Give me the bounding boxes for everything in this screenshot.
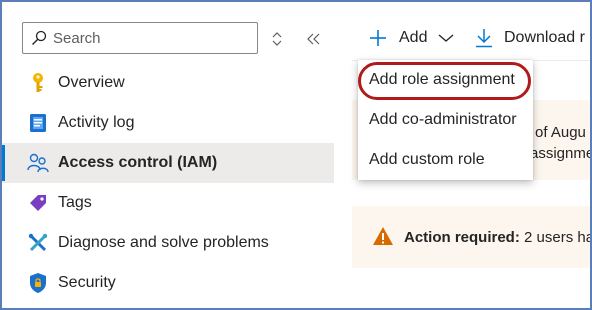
sort-updown-icon[interactable] [270, 30, 284, 48]
people-icon [27, 152, 49, 174]
sidebar-item-label: Security [58, 274, 116, 291]
activity-log-icon [27, 112, 49, 134]
tag-icon [27, 192, 49, 214]
sidebar-item-diagnose[interactable]: Diagnose and solve problems [2, 223, 334, 263]
menu-item-add-co-administrator[interactable]: Add co-administrator [358, 100, 533, 140]
download-icon [476, 29, 492, 48]
chevron-down-icon [439, 34, 454, 42]
collapse-icon[interactable] [304, 30, 322, 48]
sidebar-item-label: Diagnose and solve problems [58, 234, 269, 251]
warning-icon [373, 227, 393, 245]
search-icon [32, 30, 47, 45]
sidebar-item-activity-log[interactable]: Activity log [2, 103, 334, 143]
download-button[interactable]: Download r [475, 24, 585, 52]
wrench-icon [27, 232, 49, 254]
highlight-annotation [358, 62, 531, 100]
plus-icon [370, 30, 386, 46]
sidebar-item-overview[interactable]: Overview [2, 63, 334, 103]
sidebar-item-label: Activity log [58, 114, 135, 131]
menu-item-label: Add co-administrator [369, 111, 517, 128]
sidebar-item-security[interactable]: Security [2, 263, 334, 303]
info-text-line1: of Augu [535, 124, 586, 141]
info-text-line2: assignme [530, 145, 592, 162]
sidebar-item-label: Access control (IAM) [58, 154, 218, 171]
sidebar: Overview Activity log Access control (IA… [2, 2, 342, 308]
shield-icon [27, 272, 49, 294]
warning-text: Action required: 2 users hav [404, 229, 592, 246]
download-button-label: Download r [504, 29, 585, 46]
sidebar-item-label: Overview [58, 74, 125, 91]
warning-message: 2 users hav [524, 229, 592, 246]
add-button[interactable]: Add [368, 24, 454, 52]
search-input[interactable] [53, 29, 243, 47]
sidebar-item-tags[interactable]: Tags [2, 183, 334, 223]
add-button-label: Add [399, 29, 428, 46]
search-box[interactable] [22, 22, 258, 54]
sidebar-item-label: Tags [58, 194, 92, 211]
menu-item-add-custom-role[interactable]: Add custom role [358, 140, 533, 180]
sidebar-item-access-control[interactable]: Access control (IAM) [2, 143, 334, 183]
menu-item-label: Add custom role [369, 151, 485, 168]
warning-bold: Action required: [404, 229, 520, 246]
key-icon [27, 72, 49, 94]
